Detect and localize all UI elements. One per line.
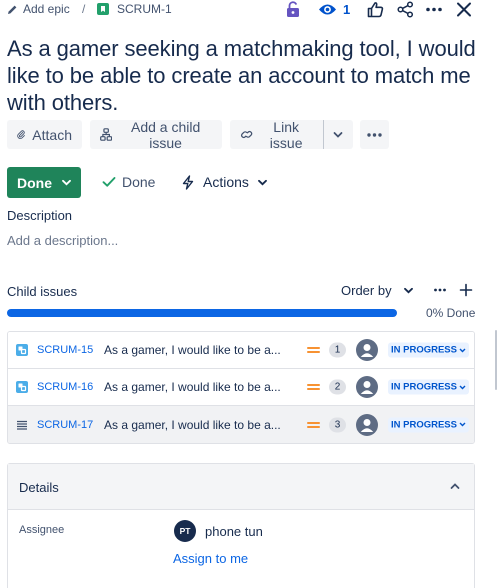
status-lozenge[interactable]: IN PROGRESS xyxy=(388,417,469,432)
vote-button[interactable] xyxy=(367,1,384,18)
plus-icon xyxy=(459,283,473,297)
hierarchy-icon xyxy=(100,128,113,141)
progress-fill xyxy=(7,309,397,317)
status-text: IN PROGRESS xyxy=(391,419,457,430)
actions-label: Actions xyxy=(203,174,249,190)
thumbs-up-icon xyxy=(367,2,384,18)
child-issue-key[interactable]: SCRUM-17 xyxy=(37,419,93,431)
chevron-down-icon xyxy=(459,422,466,427)
scrollbar-thumb[interactable] xyxy=(495,330,497,390)
link-issue-button[interactable]: Link issue xyxy=(230,118,322,151)
child-issue-summary[interactable]: As a gamer, I would like to be a... xyxy=(104,380,281,394)
watch-count: 1 xyxy=(343,2,351,17)
link-icon xyxy=(241,130,253,139)
resolution-indicator: Done xyxy=(102,174,155,190)
parent-issue-link[interactable]: SCRUM-1 xyxy=(97,2,172,16)
share-button[interactable] xyxy=(397,1,414,18)
more-icon xyxy=(434,288,446,292)
chevron-down-icon xyxy=(62,179,71,186)
subtask-icon xyxy=(16,381,28,393)
order-by-button[interactable]: Order by xyxy=(341,283,413,298)
lightning-icon xyxy=(182,174,194,190)
avatar-placeholder-icon[interactable] xyxy=(356,339,378,361)
chevron-down-icon xyxy=(459,348,466,352)
assignee-label: Assignee xyxy=(19,524,65,536)
eye-icon xyxy=(319,4,336,15)
add-epic-link[interactable]: Add epic xyxy=(7,2,70,16)
details-heading: Details xyxy=(19,480,59,495)
description-heading: Description xyxy=(7,208,73,223)
table-row[interactable]: SCRUM-15 As a gamer, I would like to be … xyxy=(8,332,474,369)
description-placeholder[interactable]: Add a description... xyxy=(7,233,118,248)
more-icon xyxy=(367,132,382,137)
details-panel: Details Assignee PT phone tun Assign to … xyxy=(7,463,475,588)
add-child-issue-button[interactable]: Add a child issue xyxy=(90,118,222,151)
details-header[interactable]: Details xyxy=(8,464,474,510)
table-row[interactable]: SCRUM-16 As a gamer, I would like to be … xyxy=(8,369,474,406)
toolbar-more-button[interactable] xyxy=(360,120,389,149)
paperclip-icon xyxy=(17,130,25,139)
link-issue-label: Link issue xyxy=(269,118,303,151)
child-issues-progress-bar xyxy=(7,309,397,317)
link-issue-dropdown-button[interactable] xyxy=(324,120,353,149)
subtask-icon xyxy=(16,344,28,356)
chevron-down-icon xyxy=(333,131,343,138)
more-icon xyxy=(426,7,442,12)
attach-label: Attach xyxy=(32,126,72,143)
child-issues-heading: Child issues xyxy=(7,284,78,299)
status-label: Done xyxy=(17,174,52,191)
avatar: PT xyxy=(174,520,196,542)
story-points-badge: 1 xyxy=(329,342,346,358)
watch-button[interactable]: 1 xyxy=(318,1,350,18)
close-button[interactable] xyxy=(456,1,472,18)
share-icon xyxy=(397,1,414,18)
child-issue-key[interactable]: SCRUM-16 xyxy=(37,381,93,393)
close-icon xyxy=(457,2,471,17)
child-issue-summary[interactable]: As a gamer, I would like to be a... xyxy=(104,418,281,432)
child-issues-list: SCRUM-15 As a gamer, I would like to be … xyxy=(7,331,475,444)
status-text: IN PROGRESS xyxy=(391,381,457,393)
lock-button[interactable] xyxy=(285,1,301,18)
link-issue-split-button: Link issue xyxy=(230,118,353,151)
resolution-label: Done xyxy=(122,174,156,190)
chevron-down-icon xyxy=(403,287,413,294)
add-epic-label: Add epic xyxy=(23,2,70,16)
more-actions-button[interactable] xyxy=(425,1,443,18)
assign-to-me-link[interactable]: Assign to me xyxy=(173,551,248,566)
add-child-issue-label: Add a child issue xyxy=(130,118,201,151)
status-dropdown-button[interactable]: Done xyxy=(7,167,81,198)
drag-handle-icon[interactable] xyxy=(16,420,28,430)
chevron-down-icon xyxy=(459,385,466,389)
priority-medium-icon xyxy=(307,420,320,430)
parent-issue-key: SCRUM-1 xyxy=(117,2,172,16)
check-icon xyxy=(102,177,116,187)
table-row[interactable]: SCRUM-17 As a gamer, I would like to be … xyxy=(8,406,474,443)
story-points-badge: 2 xyxy=(329,379,346,395)
story-points-badge: 3 xyxy=(329,417,346,432)
child-issue-summary[interactable]: As a gamer, I would like to be a... xyxy=(104,343,281,357)
pencil-icon xyxy=(8,5,17,14)
progress-label: 0% Done xyxy=(426,306,476,320)
priority-medium-icon xyxy=(307,382,320,392)
chevron-down-icon xyxy=(258,179,267,185)
unlock-icon xyxy=(287,1,299,17)
child-issues-more-button[interactable] xyxy=(433,283,447,297)
story-icon xyxy=(97,3,109,15)
breadcrumb-separator: / xyxy=(82,2,86,16)
status-lozenge[interactable]: IN PROGRESS xyxy=(388,379,469,395)
issue-title[interactable]: As a gamer seeking a matchmaking tool, I… xyxy=(7,35,495,116)
status-text: IN PROGRESS xyxy=(391,344,457,356)
status-lozenge[interactable]: IN PROGRESS xyxy=(388,342,469,358)
actions-button[interactable]: Actions xyxy=(182,174,267,190)
child-issue-key[interactable]: SCRUM-15 xyxy=(37,344,93,356)
attach-button[interactable]: Attach xyxy=(7,120,82,149)
avatar-placeholder-icon[interactable] xyxy=(356,413,378,436)
add-child-issue-plus-button[interactable] xyxy=(459,283,473,297)
avatar-placeholder-icon[interactable] xyxy=(356,376,378,398)
priority-medium-icon xyxy=(307,345,320,355)
assignee-field[interactable]: PT phone tun xyxy=(174,520,263,542)
chevron-up-icon[interactable] xyxy=(450,482,460,490)
order-by-label: Order by xyxy=(341,283,392,298)
assignee-name: phone tun xyxy=(205,523,263,539)
